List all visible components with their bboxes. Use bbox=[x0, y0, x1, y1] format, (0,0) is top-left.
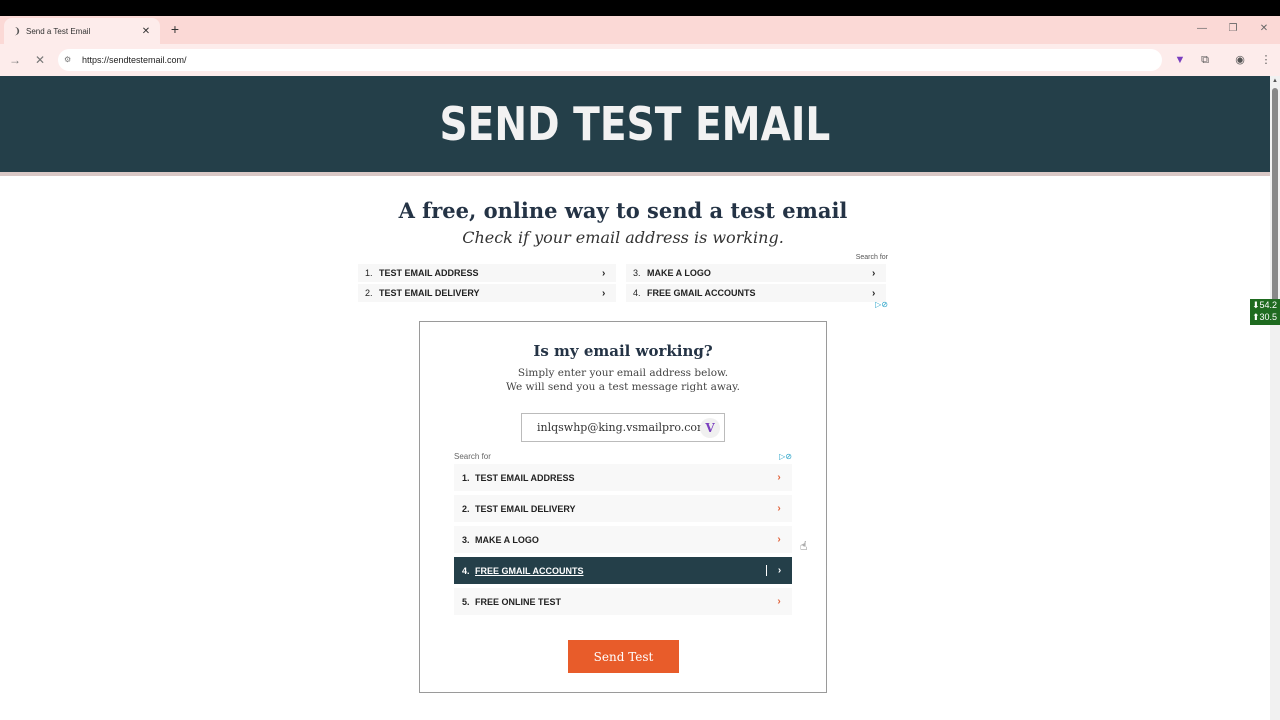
ad-link-item-hovered[interactable]: 4. FREE GMAIL ACCOUNTS › bbox=[454, 557, 792, 584]
top-ad-block: Search for 1. TEST EMAIL ADDRESS › 2. TE… bbox=[358, 254, 890, 314]
card-description-line: We will send you a test message right aw… bbox=[506, 381, 740, 393]
menu-kebab-icon[interactable]: ⋮ bbox=[1257, 51, 1275, 69]
ad-item-label: TEST EMAIL ADDRESS bbox=[475, 472, 575, 483]
page-headline: A free, online way to send a test email bbox=[398, 198, 848, 223]
scroll-up-arrow-icon[interactable]: ▲ bbox=[1271, 78, 1279, 84]
address-bar[interactable]: ⚙ https://sendtestemail.com/ bbox=[58, 49, 1162, 71]
stop-loading-icon[interactable]: ✕ bbox=[31, 51, 49, 69]
browser-toolbar: → ✕ ⚙ https://sendtestemail.com/ ▼ ⧉ ◉ ⋮ bbox=[0, 44, 1280, 76]
chevron-right-icon: › bbox=[777, 503, 781, 514]
ad-item-label: MAKE A LOGO bbox=[475, 534, 539, 545]
ad-item-label: MAKE A LOGO bbox=[647, 268, 711, 278]
site-title: SEND TEST EMAIL bbox=[439, 97, 831, 151]
ad-item-number: 3. bbox=[633, 268, 641, 278]
card-title: Is my email working? bbox=[533, 342, 713, 360]
send-test-button[interactable]: Send Test bbox=[568, 640, 679, 673]
upload-speed: ⬆30.5 bbox=[1252, 312, 1278, 322]
ad-item-number: 1. bbox=[365, 268, 373, 278]
ad-item-number: 1. bbox=[462, 472, 470, 483]
chevron-right-icon: › bbox=[777, 472, 781, 483]
ad-item-number: 2. bbox=[365, 288, 373, 298]
email-test-card: Is my email working? Simply enter your e… bbox=[419, 321, 827, 693]
download-speed: ⬇54.2 bbox=[1252, 300, 1278, 310]
tab-title: Send a Test Email bbox=[26, 26, 91, 36]
chevron-right-icon: › bbox=[602, 287, 606, 299]
ad-item-number: 4. bbox=[462, 565, 470, 576]
minimize-button[interactable]: — bbox=[1192, 20, 1212, 38]
extensions-puzzle-icon[interactable]: ⧉ bbox=[1196, 51, 1214, 69]
ad-search-for-label: Search for bbox=[454, 452, 491, 461]
ad-search-for-label: Search for bbox=[855, 254, 888, 261]
new-tab-button[interactable]: + bbox=[168, 20, 182, 38]
window-close-button[interactable]: ✕ bbox=[1254, 20, 1274, 38]
network-speed-widget: ⬇54.2 ⬆30.5 bbox=[1250, 299, 1280, 325]
page-scrollbar[interactable]: ▲ bbox=[1270, 76, 1280, 720]
extension-v-icon[interactable]: ▼ bbox=[1171, 51, 1189, 69]
inline-ad-block: Search for ▷⊘ 1. TEST EMAIL ADDRESS › 2.… bbox=[454, 450, 792, 616]
ad-item-number: 4. bbox=[633, 288, 641, 298]
chevron-right-icon: › bbox=[766, 565, 792, 576]
tab-send-test-email[interactable]: ❩ Send a Test Email ✕ bbox=[4, 18, 160, 44]
adchoices-icon[interactable]: ▷⊘ bbox=[779, 452, 792, 461]
ad-link-item[interactable]: 2. TEST EMAIL DELIVERY › bbox=[454, 495, 792, 522]
tab-close-icon[interactable]: ✕ bbox=[140, 26, 152, 37]
page-subheadline: Check if your email address is working. bbox=[462, 228, 784, 247]
chevron-right-icon: › bbox=[602, 267, 606, 279]
ad-link-item[interactable]: 5. FREE ONLINE TEST › bbox=[454, 588, 792, 615]
page-content: SEND TEST EMAIL A free, online way to se… bbox=[0, 76, 1270, 720]
ad-link-item[interactable]: 4. FREE GMAIL ACCOUNTS › bbox=[626, 284, 886, 302]
ad-link-item[interactable]: 2. TEST EMAIL DELIVERY › bbox=[358, 284, 616, 302]
ad-item-label: TEST EMAIL DELIVERY bbox=[379, 288, 480, 298]
chevron-right-icon: › bbox=[777, 596, 781, 607]
url-text: https://sendtestemail.com/ bbox=[82, 55, 187, 65]
ad-link-item[interactable]: 3. MAKE A LOGO › bbox=[454, 526, 792, 553]
ad-item-label: FREE ONLINE TEST bbox=[475, 596, 562, 607]
email-input[interactable]: inlqswhp@king.vsmailpro.com V bbox=[521, 413, 725, 442]
tab-strip: ❩ Send a Test Email ✕ + — ❐ ✕ bbox=[0, 16, 1280, 44]
hand-cursor-icon: ☝ bbox=[800, 539, 808, 553]
os-top-bar bbox=[0, 0, 1280, 16]
profile-icon[interactable]: ◉ bbox=[1231, 51, 1249, 69]
hero-banner: SEND TEST EMAIL bbox=[0, 76, 1270, 176]
adchoices-icon[interactable]: ▷⊘ bbox=[875, 300, 888, 309]
card-description: Simply enter your email address below. W… bbox=[420, 366, 826, 394]
loading-spinner-icon: ❩ bbox=[13, 25, 21, 36]
extension-v-icon[interactable]: V bbox=[700, 418, 720, 438]
ad-link-item[interactable]: 3. MAKE A LOGO › bbox=[626, 264, 886, 282]
ad-item-number: 3. bbox=[462, 534, 470, 545]
ad-item-label: FREE GMAIL ACCOUNTS bbox=[647, 288, 756, 298]
scrollbar-thumb[interactable] bbox=[1272, 88, 1278, 308]
restore-button[interactable]: ❐ bbox=[1223, 20, 1243, 38]
forward-icon[interactable]: → bbox=[6, 51, 24, 69]
chevron-right-icon: › bbox=[872, 267, 876, 279]
chevron-right-icon: › bbox=[872, 287, 876, 299]
chevron-right-icon: › bbox=[777, 534, 781, 545]
ad-item-label: TEST EMAIL ADDRESS bbox=[379, 268, 479, 278]
card-description-line: Simply enter your email address below. bbox=[517, 367, 729, 379]
ad-item-number: 5. bbox=[462, 596, 470, 607]
ad-item-label: TEST EMAIL DELIVERY bbox=[475, 503, 576, 514]
ad-item-label: FREE GMAIL ACCOUNTS bbox=[475, 565, 584, 576]
ad-link-item[interactable]: 1. TEST EMAIL ADDRESS › bbox=[358, 264, 616, 282]
ad-item-number: 2. bbox=[462, 503, 470, 514]
site-info-icon[interactable]: ⚙ bbox=[64, 55, 76, 65]
email-input-value: inlqswhp@king.vsmailpro.com bbox=[537, 421, 703, 434]
ad-link-item[interactable]: 1. TEST EMAIL ADDRESS › bbox=[454, 464, 792, 491]
